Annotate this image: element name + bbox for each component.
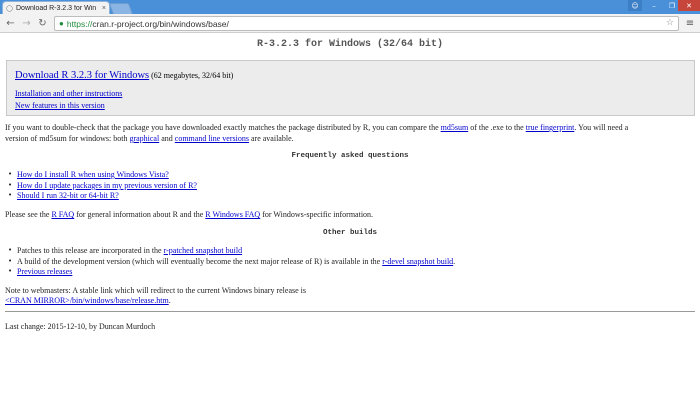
new-features-link[interactable]: New features in this version [15, 101, 105, 110]
faq-update-packages-link[interactable]: How do I update packages in my previous … [17, 181, 197, 190]
faq-para-text-1: Please see the [5, 210, 52, 219]
checksum-paragraph-line1: If you want to double-check that the pac… [5, 122, 628, 133]
back-arrow-icon[interactable]: ← [4, 17, 17, 30]
other-build-item: Patches to this release are incorporated… [8, 246, 243, 255]
checksum-text-3: . You will need a [574, 123, 629, 132]
faq-item: How do I update packages in my previous … [8, 181, 197, 190]
other-builds-heading: Other builds [322, 229, 377, 237]
tab-close-icon[interactable]: × [102, 5, 106, 12]
checksum-and: and [159, 134, 175, 143]
r-faq-link[interactable]: R FAQ [51, 210, 74, 219]
last-change: Last change: 2015-12-10, by Duncan Murdo… [5, 322, 156, 331]
divider [5, 311, 695, 312]
bookmark-star-icon[interactable]: ☆ [666, 18, 674, 28]
tab-title: Download R-3.2.3 for Win [16, 5, 97, 12]
webmaster-end: . [168, 296, 171, 305]
url-scheme: https:// [66, 18, 93, 29]
checksum-text-4: version of md5sum for windows: both [5, 134, 130, 143]
faq-para-text-2: for general information about R and the [74, 210, 206, 219]
user-profile-icon[interactable]: ☺ [628, 0, 642, 11]
forward-arrow-icon[interactable]: → [20, 17, 33, 30]
lock-icon: ● [59, 19, 64, 28]
minimize-button[interactable]: – [644, 0, 664, 11]
checksum-text-2: of the .exe to the [468, 123, 526, 132]
command-line-versions-link[interactable]: command line versions [175, 134, 249, 143]
address-bar[interactable]: ● https://cran.r-project.org/bin/windows… [54, 16, 679, 31]
url-path: cran.r-project.org/bin/windows/base/ [92, 18, 229, 29]
checksum-paragraph-line2: version of md5sum for windows: both grap… [5, 133, 294, 144]
other-build-item: Previous releases [8, 267, 72, 276]
page-title: R-3.2.3 for Windows (32/64 bit) [256, 39, 444, 50]
graphical-link[interactable]: graphical [129, 134, 159, 143]
checksum-text-1: If you want to double-check that the pac… [5, 123, 441, 132]
download-box: Download R 3.2.3 for Windows (62 megabyt… [6, 60, 695, 116]
faq-item: Should I run 32-bit or 64-bit R? [8, 191, 119, 200]
devel-text: A build of the development version (whic… [17, 257, 383, 266]
r-windows-faq-link[interactable]: R Windows FAQ [205, 210, 260, 219]
release-htm-link[interactable]: <CRAN MIRROR>/bin/windows/base/release.h… [5, 296, 169, 305]
browser-toolbar: ← → ↻ ● https://cran.r-project.org/bin/w… [0, 14, 700, 33]
close-window-button[interactable]: ✕ [678, 0, 700, 11]
window-titlebar: ◯ Download R-3.2.3 for Win × ☺ – ❐ ✕ [0, 0, 700, 15]
previous-releases-link[interactable]: Previous releases [17, 267, 72, 276]
faq-vista-link[interactable]: How do I install R when using Windows Vi… [17, 170, 169, 179]
reload-icon[interactable]: ↻ [36, 17, 49, 30]
devel-end: . [453, 257, 456, 266]
faq-heading: Frequently asked questions [291, 152, 409, 160]
checksum-text-5: are available. [248, 134, 294, 143]
other-build-item: A build of the development version (whic… [8, 257, 456, 266]
page-content: R-3.2.3 for Windows (32/64 bit) Download… [0, 33, 700, 416]
page-favicon-icon: ◯ [6, 6, 13, 12]
faq-para-text-3: for Windows-specific information. [260, 210, 374, 219]
r-patched-link[interactable]: r-patched snapshot build [164, 246, 243, 255]
patches-text: Patches to this release are incorporated… [17, 246, 164, 255]
faq-item: How do I install R when using Windows Vi… [8, 170, 169, 179]
download-line: Download R 3.2.3 for Windows (62 megabyt… [15, 70, 233, 81]
webmaster-link-line: <CRAN MIRROR>/bin/windows/base/release.h… [5, 295, 171, 306]
true-fingerprint-link[interactable]: true fingerprint [526, 123, 575, 132]
browser-tab[interactable]: ◯ Download R-3.2.3 for Win × [2, 1, 110, 15]
download-r-link[interactable]: Download R 3.2.3 for Windows [15, 70, 149, 81]
installation-instructions-link[interactable]: Installation and other instructions [15, 89, 122, 98]
download-size-note: (62 megabytes, 32/64 bit) [149, 71, 234, 80]
faq-paragraph: Please see the R FAQ for general informa… [5, 209, 373, 220]
faq-32-64-bit-link[interactable]: Should I run 32-bit or 64-bit R? [17, 191, 119, 200]
menu-icon[interactable]: ≡ [684, 17, 696, 30]
md5sum-link[interactable]: md5sum [441, 123, 469, 132]
r-devel-link[interactable]: r-devel snapshot build [382, 257, 453, 266]
